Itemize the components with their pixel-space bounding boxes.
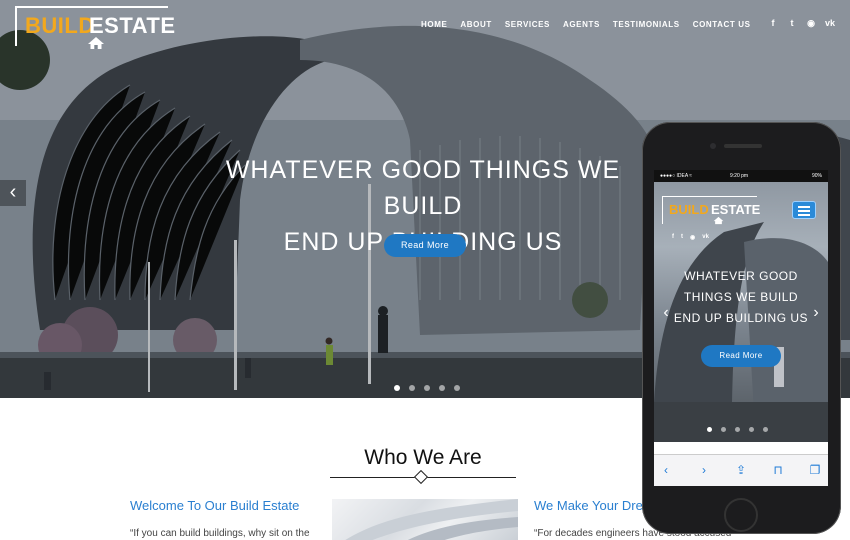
phone-site-logo[interactable]: BUILD ESTATE [662, 196, 761, 225]
phone-status-bar: ●●●●○ IDEA ≈ 9:20 pm 90% [654, 170, 828, 182]
social-links: f t ◉ vk [768, 18, 836, 29]
status-carrier: ●●●●○ IDEA ≈ [660, 173, 693, 179]
tabs-icon[interactable]: ❐ [807, 462, 823, 478]
welcome-heading: Welcome To Our Build Estate [130, 498, 300, 513]
phone-hero: BUILD ESTATE f t ◉ vk WHATEVER GOOD THIN… [654, 182, 828, 442]
hamburger-menu-button[interactable] [792, 201, 816, 219]
phone-slider-dot-2[interactable] [721, 427, 726, 432]
phone-headline-line-2: THINGS WE BUILD [683, 290, 799, 304]
phone-slider-dot-4[interactable] [749, 427, 754, 432]
page: BUILD ESTATE HOME ABOUT SERVICES AGENTS … [0, 0, 850, 540]
vk-icon[interactable]: vk [702, 234, 709, 241]
nav-item-services[interactable]: SERVICES [505, 20, 550, 29]
diamond-icon [413, 469, 429, 485]
architecture-photo [345, 499, 518, 540]
dream-heading: We Make Your Dre [534, 498, 643, 513]
architecture-image [332, 499, 518, 540]
house-icon [713, 216, 724, 225]
nav-item-about[interactable]: ABOUT [460, 20, 491, 29]
nav-item-testimonials[interactable]: TESTIMONIALS [613, 20, 680, 29]
back-icon[interactable]: ‹ [658, 462, 674, 478]
phone-screen: ●●●●○ IDEA ≈ 9:20 pm 90% BUILD ESTATE f … [654, 170, 828, 486]
nav-item-agents[interactable]: AGENTS [563, 20, 600, 29]
phone-speaker [724, 144, 762, 148]
vk-icon[interactable]: vk [825, 18, 835, 29]
chevron-left-icon: ‹ [9, 181, 17, 203]
hero-headline-line-1: WHATEVER GOOD THINGS WE BUILD [225, 156, 621, 220]
share-icon[interactable]: ⇪ [733, 462, 749, 478]
phone-slider-prev[interactable]: ‹ [658, 300, 674, 326]
phone-home-button[interactable] [724, 498, 758, 532]
slider-dot-4[interactable] [439, 385, 445, 391]
twitter-icon[interactable]: t [787, 18, 797, 29]
slider-dot-1[interactable] [394, 385, 400, 391]
phone-slider-dot-3[interactable] [735, 427, 740, 432]
status-battery: 90% [811, 173, 822, 179]
twitter-icon[interactable]: t [681, 234, 683, 241]
site-logo[interactable]: BUILD ESTATE [15, 6, 175, 49]
chevron-left-icon: ‹ [663, 304, 669, 321]
slider-dot-2[interactable] [409, 385, 415, 391]
chevron-right-icon: › [813, 304, 819, 321]
phone-headline-line-1: WHATEVER GOOD [684, 269, 798, 283]
phone-slider-next[interactable]: › [808, 300, 824, 326]
slider-pagination [394, 385, 460, 391]
main-nav: HOME ABOUT SERVICES AGENTS TESTIMONIALS … [421, 20, 764, 29]
facebook-icon[interactable]: f [768, 18, 778, 29]
phone-logo-word-estate: ESTATE [711, 202, 761, 217]
phone-headline-line-3: END UP BUILDING US [673, 311, 809, 325]
rss-icon[interactable]: ◉ [690, 234, 695, 241]
facebook-icon[interactable]: f [672, 234, 674, 241]
status-time: 9:20 pm [730, 173, 749, 179]
browser-toolbar: ‹ › ⇪ ⊓ ❐ [654, 454, 828, 486]
slider-dot-5[interactable] [454, 385, 460, 391]
rss-icon[interactable]: ◉ [806, 18, 816, 29]
bookmarks-icon[interactable]: ⊓ [770, 462, 786, 478]
forward-icon[interactable]: › [696, 462, 712, 478]
phone-camera [710, 143, 716, 149]
house-icon [88, 37, 104, 49]
phone-hero-headline: WHATEVER GOOD THINGS WE BUILD END UP BUI… [666, 266, 816, 329]
phone-slider-dot-5[interactable] [763, 427, 768, 432]
section-title: Who We Are [364, 446, 482, 469]
phone-read-more-button[interactable]: Read More [701, 345, 781, 367]
phone-logo-word-build: BUILD [669, 202, 709, 217]
phone-mockup: ●●●●○ IDEA ≈ 9:20 pm 90% BUILD ESTATE f … [642, 122, 841, 534]
phone-slider-dot-1[interactable] [707, 427, 712, 432]
logo-word-build: BUILD [25, 13, 95, 38]
welcome-text: “If you can build buildings, why sit on … [130, 528, 310, 539]
slider-dot-3[interactable] [424, 385, 430, 391]
phone-slider-pagination [707, 427, 768, 432]
nav-item-contact-us[interactable]: CONTACT US [693, 20, 751, 29]
nav-item-home[interactable]: HOME [421, 20, 447, 29]
read-more-button[interactable]: Read More [384, 234, 466, 257]
phone-social-links: f t ◉ vk [672, 234, 709, 241]
slider-prev-button[interactable]: ‹ [0, 180, 26, 206]
